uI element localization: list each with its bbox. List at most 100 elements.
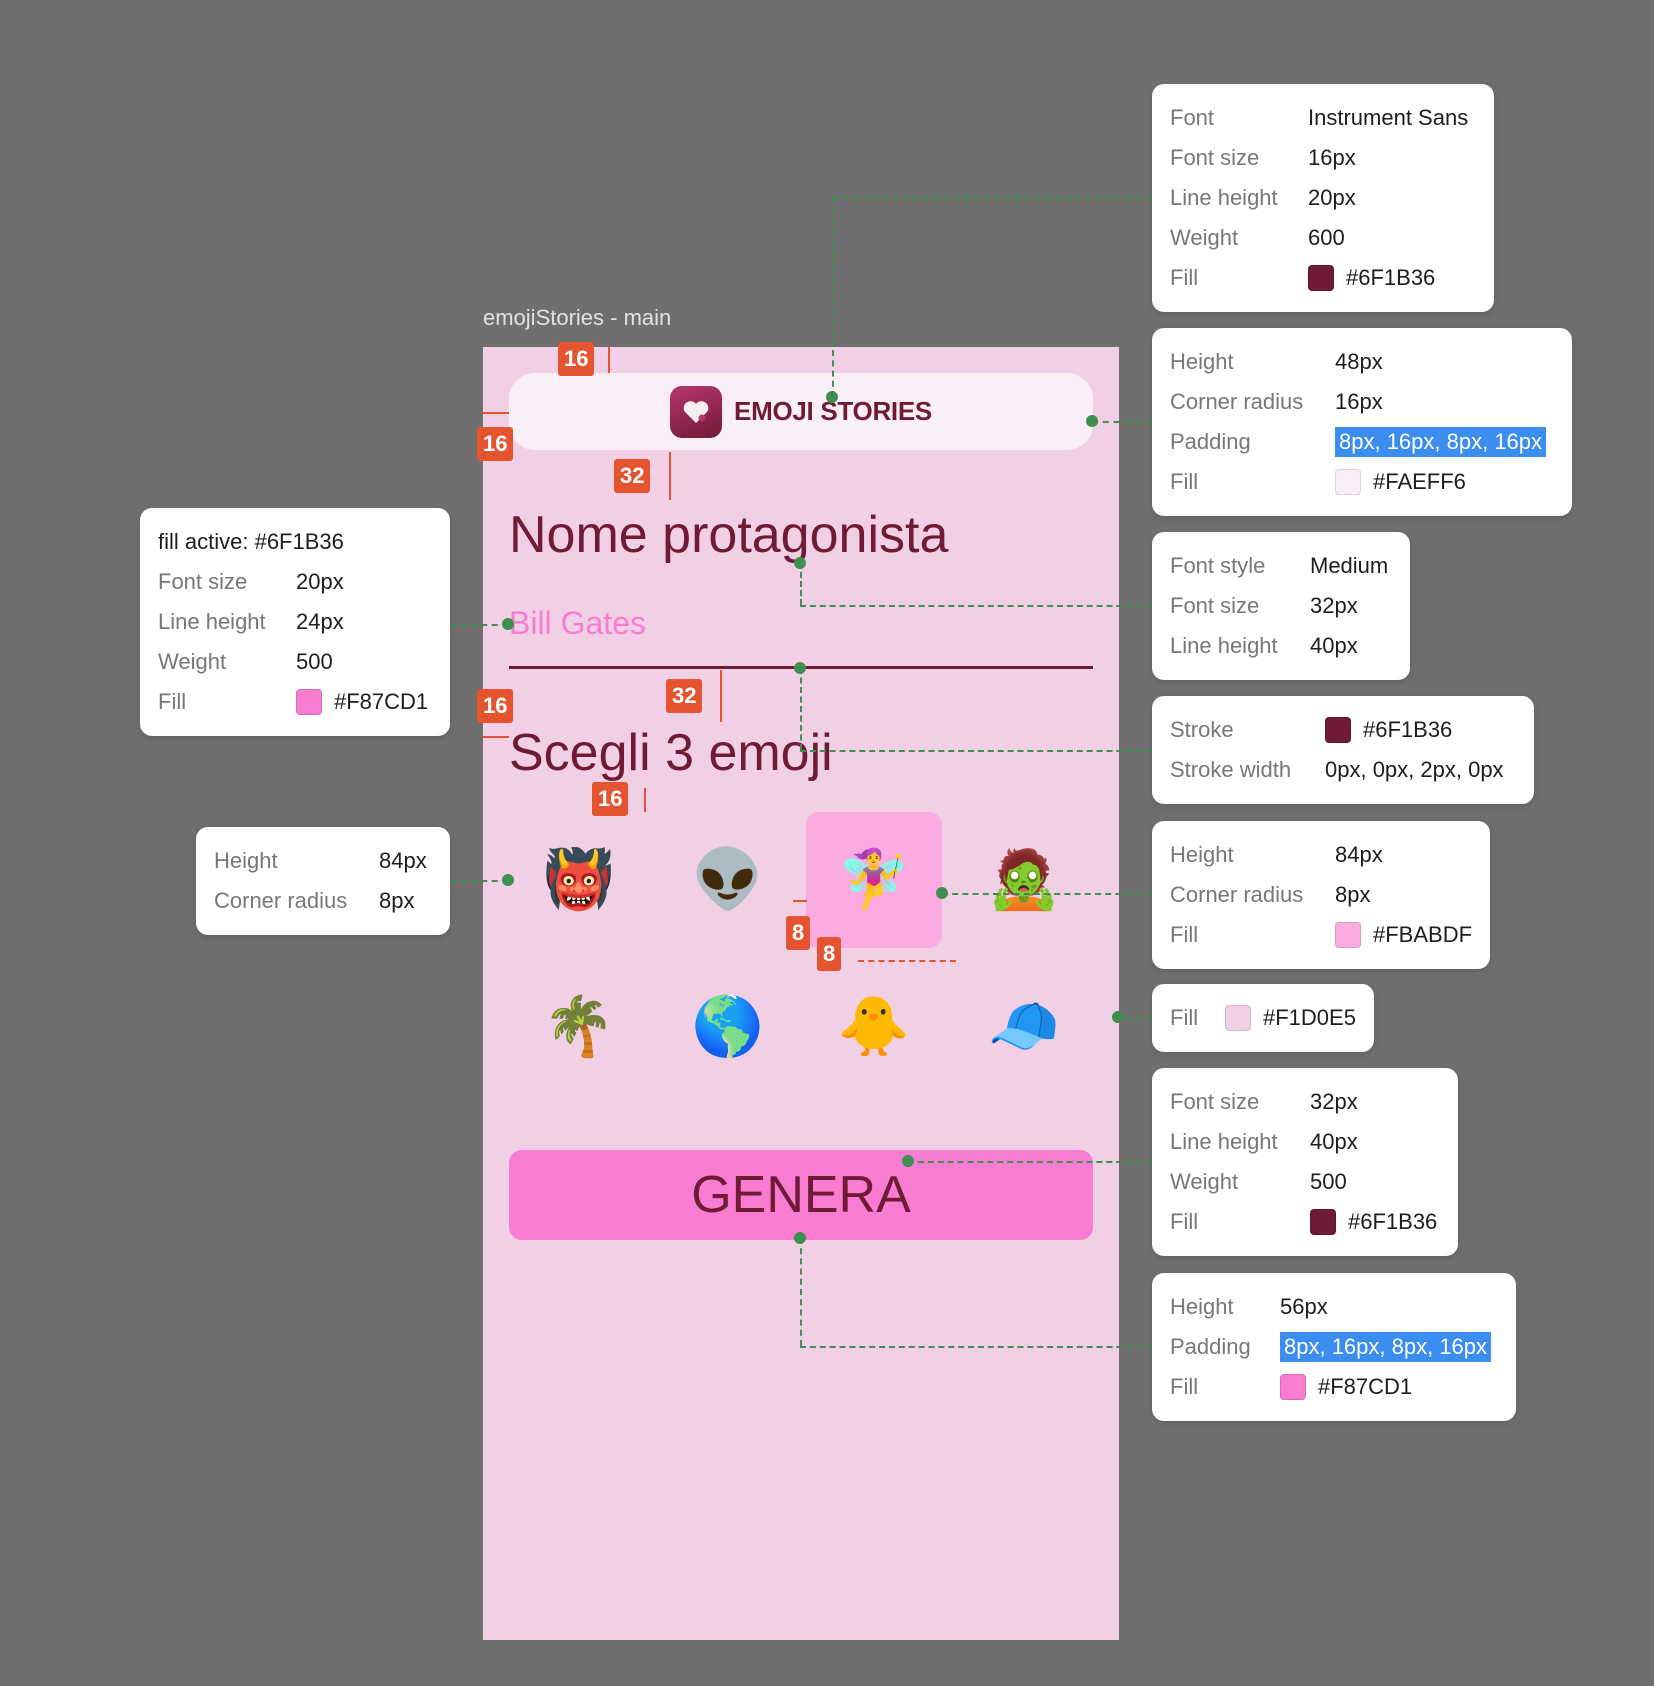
spacing-line: [483, 736, 509, 738]
spec-key: Line height: [1170, 633, 1278, 658]
header-spec-card: Height 48px Corner radius 16px Padding 8px, 1…: [1152, 328, 1572, 516]
spec-key: Stroke width: [1170, 757, 1292, 782]
font-spec-card: Font Instrument Sans Font size 16px Line hei…: [1152, 84, 1494, 312]
spec-row: Font size 20px: [158, 562, 432, 602]
spec-key: Font style: [1170, 553, 1266, 578]
connector-dot: [794, 557, 806, 569]
heading-spec-card: Font style Medium Font size 32px Line height…: [1152, 532, 1410, 680]
emoji-cell-selected[interactable]: 🧚‍♀️: [806, 812, 942, 948]
emoji-cell[interactable]: 👹: [511, 812, 647, 948]
spec-value: #FAEFF6: [1335, 469, 1466, 495]
spec-key: Height: [1170, 842, 1234, 867]
spec-value: 0px, 0px, 2px, 0px: [1325, 757, 1504, 783]
spec-key: Padding: [1170, 1334, 1251, 1359]
frame-fill-spec-card: Fill #F1D0E5: [1152, 984, 1374, 1052]
spec-key: Font size: [1170, 145, 1260, 170]
spec-key: Line height: [158, 609, 266, 634]
spacing-badge: 32: [666, 679, 703, 713]
spec-value-text: 500: [296, 649, 333, 674]
spec-value-text: #FAEFF6: [1373, 469, 1466, 494]
spec-row: Fill #FBABDF: [1170, 915, 1472, 955]
spec-key: Font: [1170, 105, 1215, 130]
spec-key: Font size: [1170, 593, 1260, 618]
spec-value-text: #F1D0E5: [1263, 1005, 1356, 1030]
emoji-cell[interactable]: 🌎: [660, 959, 796, 1095]
spec-value: 600: [1308, 225, 1345, 251]
spec-key: Fill: [1170, 1005, 1199, 1030]
connector: [832, 197, 1152, 199]
spec-value: Instrument Sans: [1308, 105, 1468, 131]
spacing-line: [720, 670, 722, 722]
spec-value-text: 500: [1310, 1169, 1347, 1194]
spec-key: Fill: [1170, 265, 1199, 290]
spec-value-text: 40px: [1310, 1129, 1358, 1154]
emoji-cell[interactable]: 🧟: [956, 812, 1092, 948]
spec-key: Fill: [1170, 922, 1199, 947]
name-input[interactable]: Bill Gates: [509, 605, 646, 642]
generate-button[interactable]: GENERA: [509, 1150, 1093, 1240]
color-swatch: [296, 689, 322, 715]
spec-value-text: 56px: [1280, 1294, 1328, 1319]
spec-row: Font size 16px: [1170, 138, 1476, 178]
emoji-cell[interactable]: 🐥: [806, 959, 942, 1095]
button-text-spec-card: Font size 32px Line height 40px Weight 500 Fil…: [1152, 1068, 1458, 1256]
spec-value: 32px: [1310, 593, 1358, 619]
spec-key: Weight: [158, 649, 227, 674]
connector-dot: [502, 874, 514, 886]
puzzle-heart-icon: [670, 385, 723, 438]
spec-key: Font size: [1170, 1089, 1260, 1114]
spec-row: Fill #FAEFF6: [1170, 462, 1554, 502]
connector-dot: [936, 887, 948, 899]
emoji-cell[interactable]: 🧢: [956, 959, 1092, 1095]
spec-value: Medium: [1310, 553, 1388, 579]
emoji-cell[interactable]: 🌴: [511, 959, 647, 1095]
spec-key: Corner radius: [214, 888, 348, 913]
spec-key: Corner radius: [1170, 882, 1304, 907]
spec-value: 8px: [379, 888, 414, 914]
emoji-heading: Scegli 3 emoji: [509, 724, 833, 782]
spec-value: #FBABDF: [1335, 922, 1472, 948]
spec-value: #6F1B36: [1310, 1209, 1437, 1235]
spec-row: Padding 8px, 16px, 8px, 16px: [1170, 1327, 1498, 1367]
cell-spec-card: Height 84px Corner radius 8px: [196, 827, 450, 935]
name-input-spec-card: fill active: #6F1B36 Font size 20px Line he…: [140, 508, 450, 736]
spec-value-text: 48px: [1335, 349, 1383, 374]
spec-value-text: 24px: [296, 609, 344, 634]
spec-value: 8px, 16px, 8px, 16px: [1280, 1332, 1492, 1362]
spec-value-text: 20px: [296, 569, 344, 594]
connector: [800, 750, 1152, 752]
spec-value: 56px: [1280, 1294, 1328, 1320]
spec-value-text: #6F1B36: [1346, 265, 1436, 290]
spec-value-text: 32px: [1310, 1089, 1358, 1114]
spec-value-text: 32px: [1310, 593, 1358, 618]
spec-value: #F87CD1: [1280, 1374, 1412, 1400]
spacing-line: [608, 347, 610, 373]
spec-key: Font size: [158, 569, 248, 594]
spec-row: Fill #F87CD1: [158, 682, 432, 722]
spec-value: 20px: [1308, 185, 1356, 211]
emoji-glyph: 🌴: [542, 994, 616, 1059]
spec-row: Height 48px: [1170, 342, 1554, 382]
color-swatch: [1310, 1209, 1336, 1235]
spacing-badge: 8: [786, 916, 811, 950]
spacing-badge: 16: [592, 782, 629, 816]
connector: [800, 605, 1152, 607]
spec-row: Font size 32px: [1170, 586, 1392, 626]
emoji-glyph: 🌎: [691, 994, 765, 1059]
spec-value-text: Medium: [1310, 553, 1389, 578]
spec-key: Height: [1170, 1294, 1234, 1319]
active-cell-spec-card: Height 84px Corner radius 8px Fill #FBABDF: [1152, 821, 1490, 969]
color-swatch: [1225, 1005, 1251, 1031]
canvas: emojiStories - main EMOJI STORIES Nome p…: [0, 0, 1654, 1686]
spacing-badge: 16: [558, 342, 595, 376]
emoji-glyph: 🧢: [987, 994, 1061, 1059]
spec-value: 500: [296, 649, 333, 675]
emoji-cell[interactable]: 👽: [660, 812, 796, 948]
connector-dot: [826, 391, 838, 403]
spec-key: Fill: [1170, 469, 1199, 494]
spec-value: 24px: [296, 609, 344, 635]
spec-row: Font Instrument Sans: [1170, 98, 1476, 138]
connector: [800, 1346, 1152, 1348]
spec-value-text: 8px, 16px, 8px, 16px: [1280, 1332, 1492, 1362]
spec-value-text: 8px: [379, 888, 415, 913]
